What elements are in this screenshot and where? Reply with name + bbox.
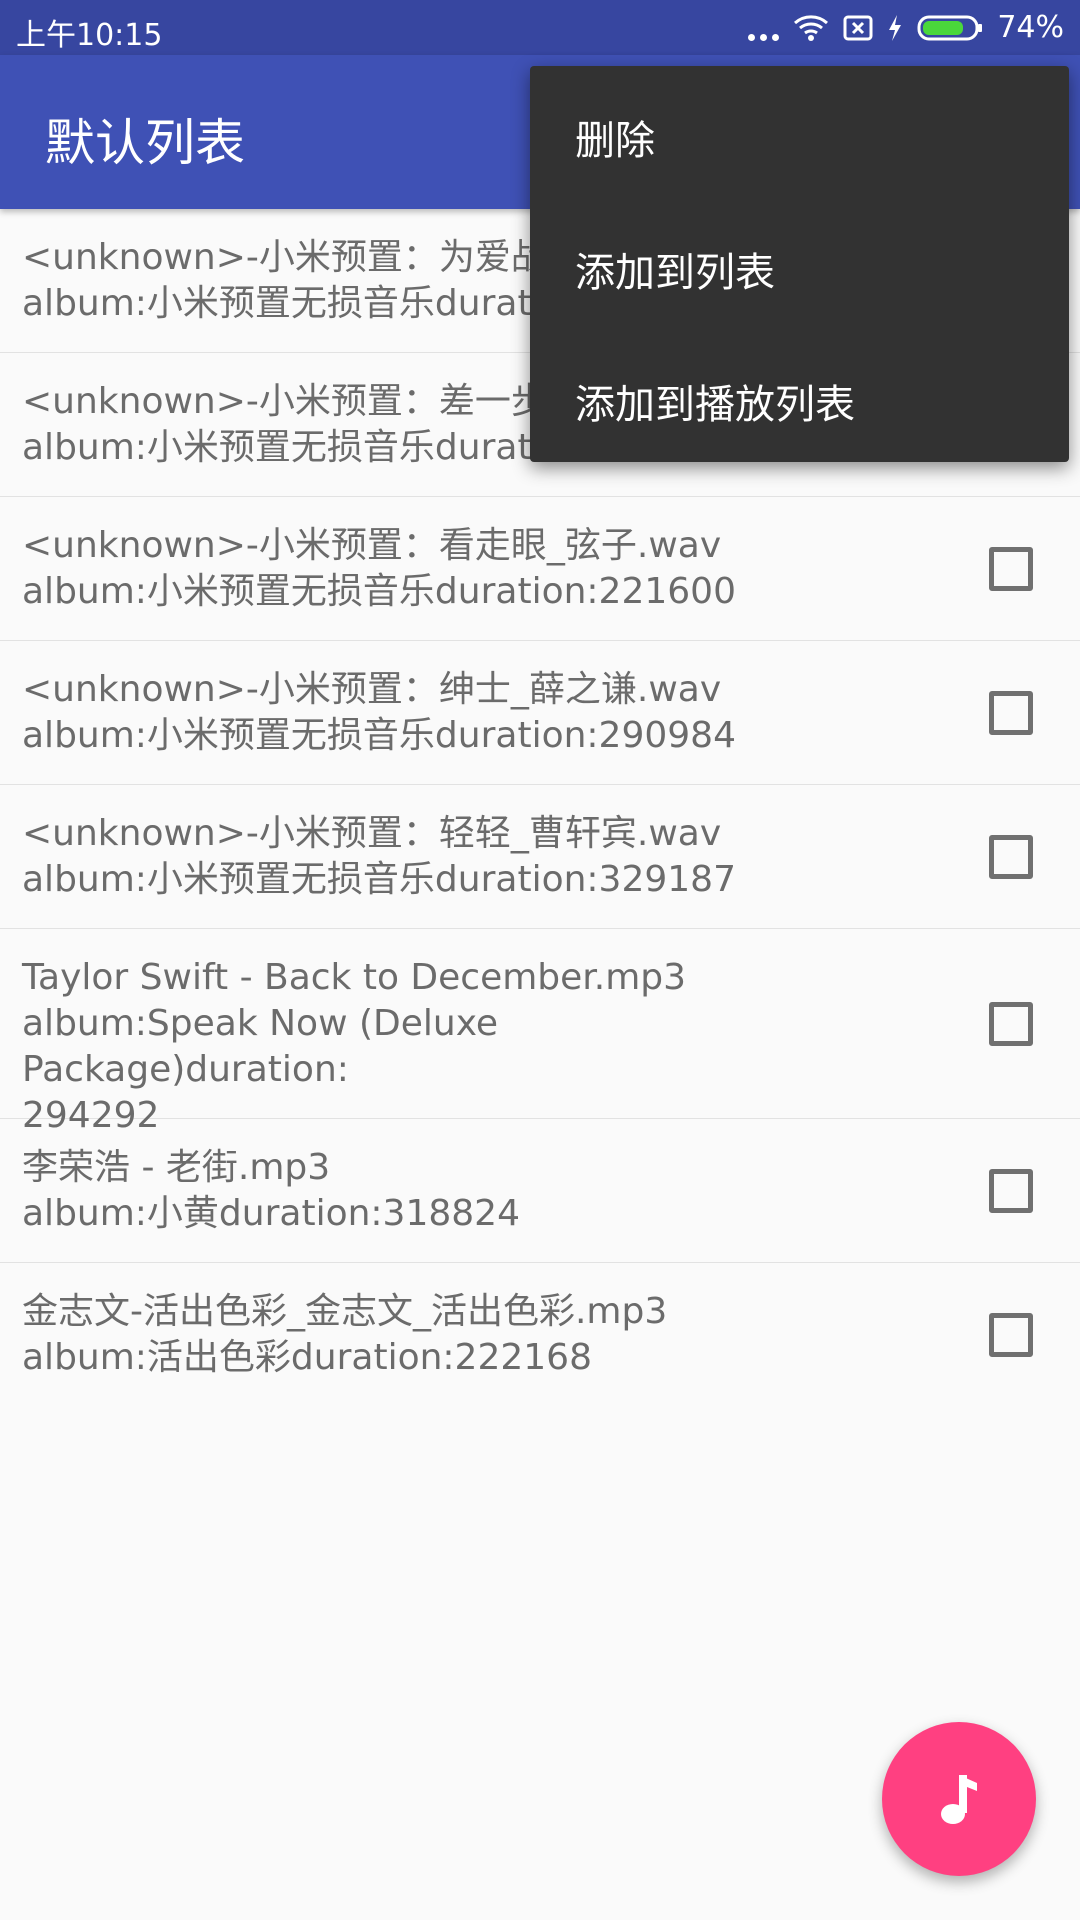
play-fab-button[interactable] <box>882 1722 1036 1876</box>
song-text: 李荣浩 - 老街.mp3 album:小黄duration:318824 <box>22 1145 822 1237</box>
list-item[interactable]: 金志文-活出色彩_金志文_活出色彩.mp3 album:活出色彩duration… <box>0 1263 1080 1407</box>
status-time: 上午10:15 <box>16 18 163 53</box>
list-item[interactable]: Taylor Swift - Back to December.mp3 albu… <box>0 929 1080 1136</box>
song-text: <unknown>-小米预置：看走眼_弦子.wav album:小米预置无损音乐… <box>22 523 822 615</box>
list-item[interactable]: <unknown>-小米预置：轻轻_曹轩宾.wav album:小米预置无损音乐… <box>0 785 1080 929</box>
song-title: 金志文-活出色彩_金志文_活出色彩.mp3 <box>22 1291 668 1332</box>
wifi-icon <box>794 14 829 41</box>
song-checkbox[interactable] <box>989 1313 1033 1357</box>
song-details: album:活出色彩duration:222168 <box>22 1337 592 1378</box>
song-details: album:小黄duration:318824 <box>22 1193 520 1234</box>
song-details: album:小米预置无损音乐duration:290984 <box>22 715 736 756</box>
song-text: 金志文-活出色彩_金志文_活出色彩.mp3 album:活出色彩duration… <box>22 1289 822 1381</box>
song-title: <unknown>-小米预置：绅士_薛之谦.wav <box>22 669 722 710</box>
song-text: <unknown>-小米预置：轻轻_曹轩宾.wav album:小米预置无损音乐… <box>22 811 822 903</box>
more-dots-icon <box>748 15 780 41</box>
list-item[interactable]: 李荣浩 - 老街.mp3 album:小黄duration:318824 <box>0 1119 1080 1263</box>
sim-no-signal-icon <box>843 15 873 40</box>
song-checkbox[interactable] <box>989 691 1033 735</box>
menu-item-delete[interactable]: 删除 <box>575 108 655 166</box>
song-checkbox[interactable] <box>989 1002 1033 1046</box>
song-checkbox[interactable] <box>989 1169 1033 1213</box>
charging-bolt-icon <box>889 14 902 41</box>
song-details: album:小米预置无损音乐duration:329187 <box>22 859 736 900</box>
song-text: Taylor Swift - Back to December.mp3 albu… <box>22 955 822 1139</box>
song-text: <unknown>-小米预置：绅士_薛之谦.wav album:小米预置无损音乐… <box>22 667 822 759</box>
status-bar: 上午10:15 74% <box>0 0 1080 55</box>
music-note-icon <box>941 1775 977 1824</box>
song-title: <unknown>-小米预置：轻轻_曹轩宾.wav <box>22 813 722 854</box>
page-title: 默认列表 <box>45 114 245 172</box>
song-title: <unknown>-小米预置：看走眼_弦子.wav <box>22 525 722 566</box>
song-checkbox[interactable] <box>989 547 1033 591</box>
context-menu: 删除 添加到列表 添加到播放列表 <box>530 66 1069 462</box>
list-item[interactable]: <unknown>-小米预置：看走眼_弦子.wav album:小米预置无损音乐… <box>0 497 1080 641</box>
song-details: album:Speak Now (Deluxe Package)duration… <box>22 1003 499 1090</box>
song-checkbox[interactable] <box>989 835 1033 879</box>
song-details: album:小米预置无损音乐duration:221600 <box>22 571 736 612</box>
song-title: Taylor Swift - Back to December.mp3 <box>22 957 687 998</box>
menu-item-add-to-list[interactable]: 添加到列表 <box>575 240 775 298</box>
status-icons: 74% <box>748 0 1064 55</box>
list-item[interactable]: <unknown>-小米预置：绅士_薛之谦.wav album:小米预置无损音乐… <box>0 641 1080 785</box>
battery-percent: 74% <box>997 10 1064 45</box>
battery-icon <box>917 15 983 40</box>
menu-item-add-to-playlist[interactable]: 添加到播放列表 <box>575 372 855 430</box>
song-title: 李荣浩 - 老街.mp3 <box>22 1147 331 1188</box>
